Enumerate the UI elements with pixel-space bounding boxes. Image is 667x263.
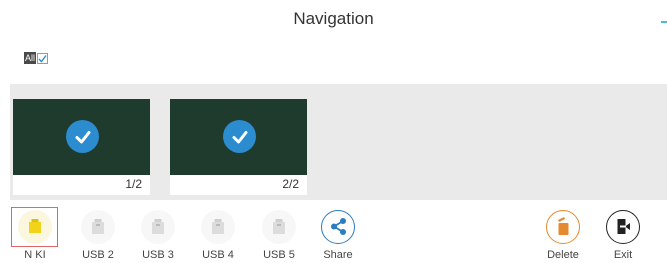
delete-button[interactable]: Delete [538, 206, 588, 262]
check-icon [38, 54, 47, 63]
page-title: Navigation [293, 9, 374, 28]
select-all-checkbox[interactable] [37, 52, 49, 64]
selected-check-icon[interactable] [223, 120, 256, 153]
source-label: N KI [24, 249, 46, 261]
usb-drive-icon [201, 210, 235, 244]
select-all-label: All [24, 52, 37, 64]
thumbnail-page-1[interactable]: 1/2 [13, 99, 150, 195]
accent-line [661, 21, 667, 23]
source-usb-2-button[interactable]: USB 2 [73, 206, 123, 262]
source-usb-5-button[interactable]: USB 5 [254, 206, 304, 262]
share-button[interactable]: Share [313, 206, 363, 262]
source-usb-1-button[interactable]: N KI [10, 206, 60, 262]
source-usb-4-button[interactable]: USB 4 [193, 206, 243, 262]
page-number: 2/2 [282, 177, 299, 191]
exit-button[interactable]: Exit [598, 206, 648, 262]
select-all-control[interactable]: All [24, 52, 49, 64]
selected-check-icon[interactable] [66, 120, 99, 153]
share-label: Share [323, 249, 353, 261]
thumbnail-page-2[interactable]: 2/2 [170, 99, 307, 195]
page-number: 1/2 [125, 177, 142, 191]
exit-label: Exit [613, 249, 633, 261]
thumbnail-caption: 2/2 [170, 175, 307, 195]
source-usb-3-button[interactable]: USB 3 [133, 206, 183, 262]
usb-drive-icon [262, 210, 296, 244]
source-label: USB 4 [202, 249, 234, 261]
thumbnail-caption: 1/2 [13, 175, 150, 195]
usb-drive-icon [81, 210, 115, 244]
trash-icon [546, 210, 580, 244]
navigation-window: Navigation All 1/2 2/2 N KI USB 2 USB 3 … [0, 0, 667, 263]
share-icon [321, 210, 355, 244]
usb-drive-icon [18, 210, 52, 244]
usb-drive-icon [141, 210, 175, 244]
exit-icon [606, 210, 640, 244]
